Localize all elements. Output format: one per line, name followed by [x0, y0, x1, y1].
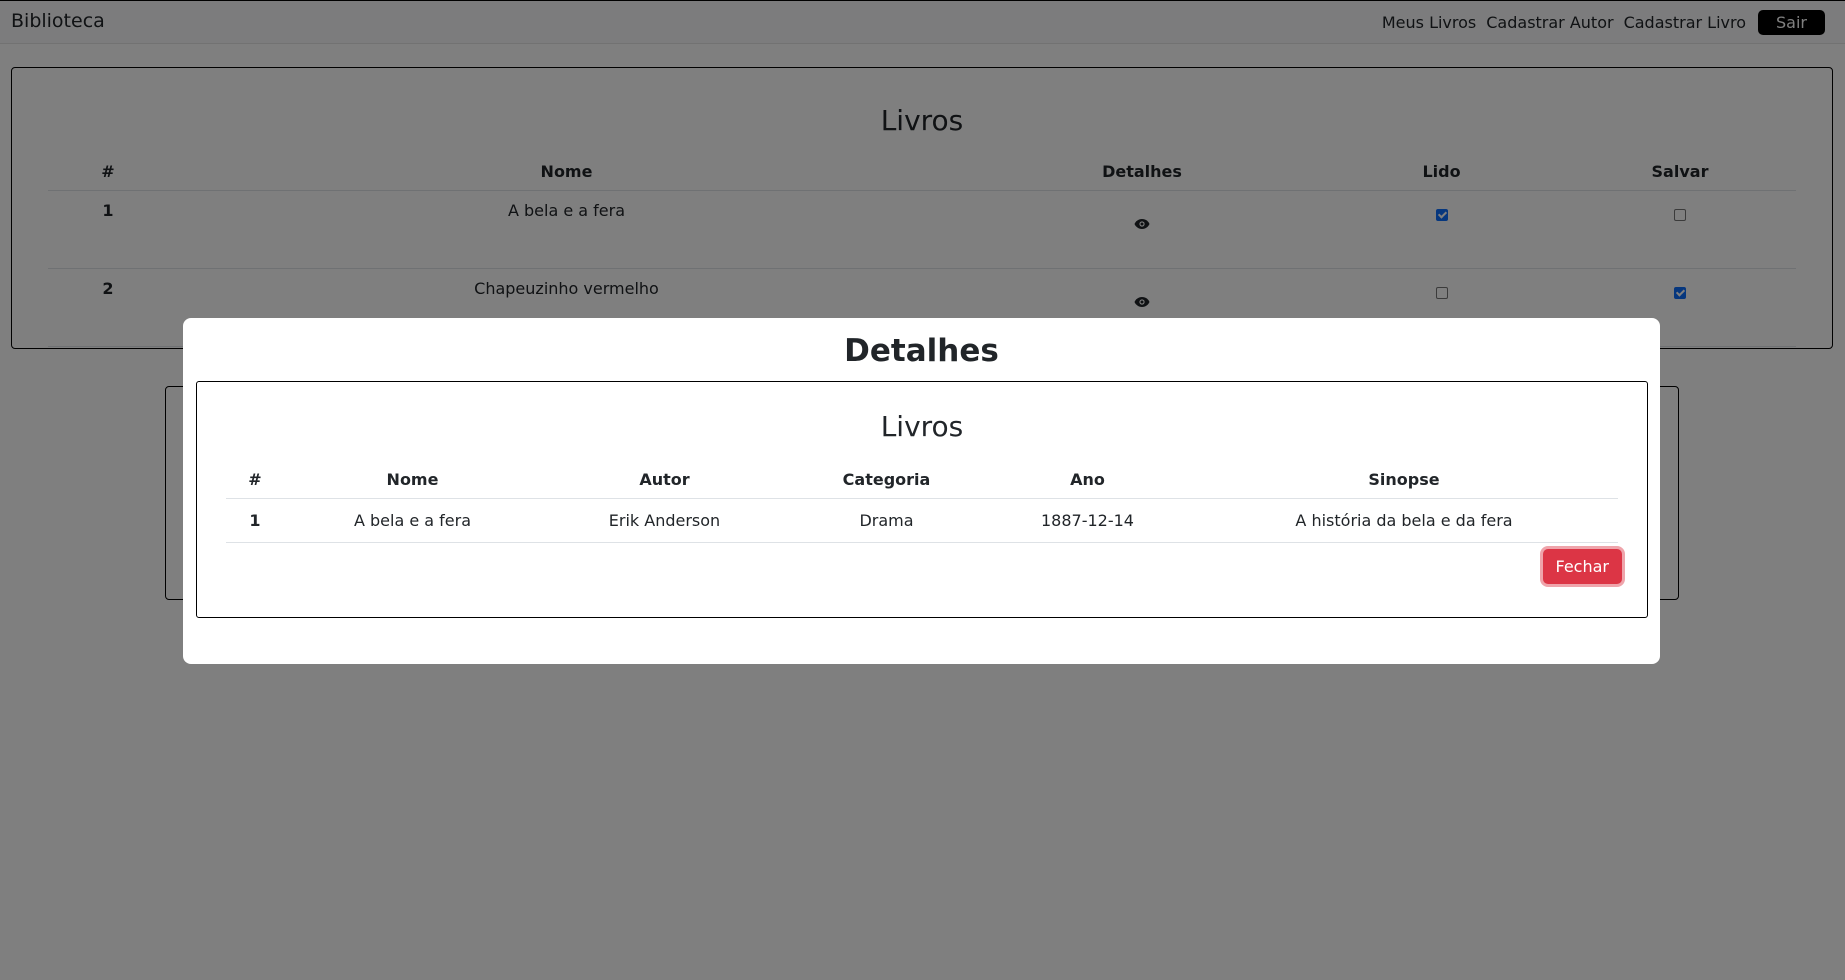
book-name: A bela e a fera	[284, 498, 541, 543]
modal-card-title: Livros	[880, 410, 964, 443]
book-synopsis: A história da bela e da fera	[1190, 498, 1618, 543]
table-row: 1 A bela e a fera Erik Anderson Drama 18…	[226, 498, 1618, 543]
column-header-number: #	[248, 469, 262, 489]
close-button[interactable]: Fechar	[1542, 549, 1622, 584]
modal-title: Detalhes	[844, 333, 999, 369]
row-number: 1	[226, 498, 284, 543]
modal-books-card: Livros # Nome Autor Categoria Ano Sinops…	[196, 381, 1648, 618]
details-table: # Nome Autor Categoria Ano Sinopse 1 A b…	[226, 460, 1618, 543]
details-modal: Detalhes Livros # Nome Autor Categoria A…	[183, 318, 1660, 664]
column-header-autor: Autor	[639, 469, 690, 489]
column-header-sinopse: Sinopse	[1368, 469, 1440, 489]
book-category: Drama	[788, 498, 985, 543]
column-header-nome: Nome	[386, 469, 439, 489]
book-year: 1887-12-14	[985, 498, 1190, 543]
column-header-categoria: Categoria	[842, 469, 931, 489]
column-header-ano: Ano	[1070, 469, 1105, 489]
book-author: Erik Anderson	[541, 498, 788, 543]
